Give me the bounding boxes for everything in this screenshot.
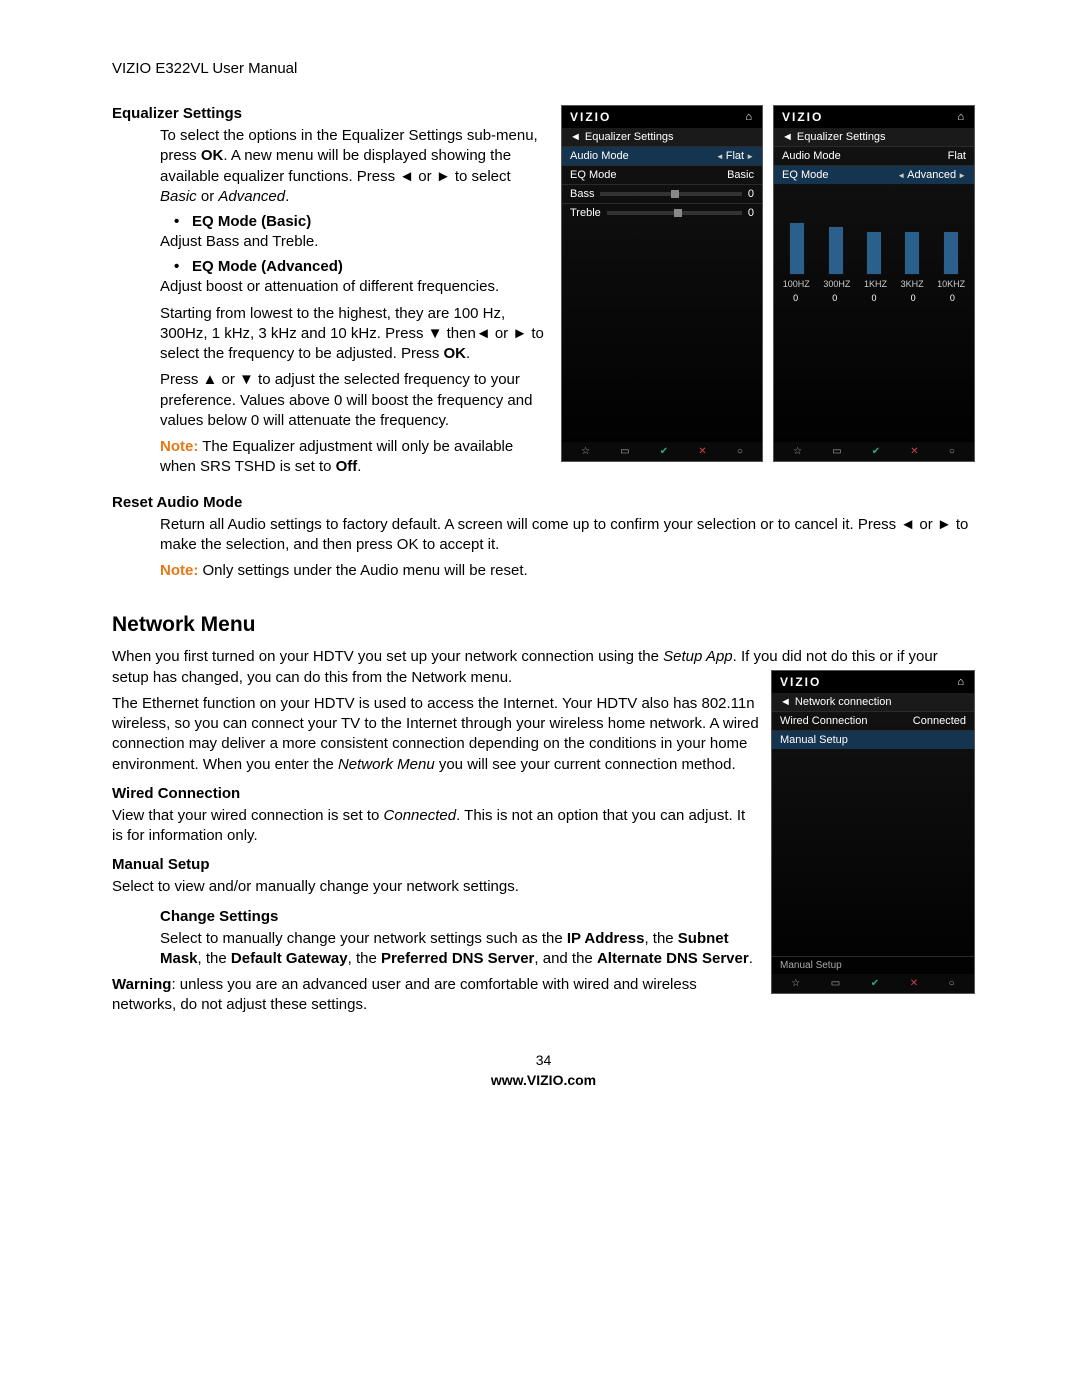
page-footer: 34 www.VIZIO.com xyxy=(112,1052,975,1088)
check-icon: ✔ xyxy=(871,978,879,989)
row-value: Connected xyxy=(913,715,966,727)
star-icon: ☆ xyxy=(791,978,800,989)
row-wired-connection: Wired Connection Connected xyxy=(772,711,974,730)
row-label: EQ Mode xyxy=(570,169,616,181)
row-bass: Bass 0 xyxy=(562,184,762,203)
screenshot-eq-advanced: VIZIO ⌂ ◄ Equalizer Settings Audio Mode … xyxy=(773,105,975,462)
row-label: Wired Connection xyxy=(780,715,867,727)
circle-icon: ○ xyxy=(949,446,955,457)
brand-label: VIZIO xyxy=(780,675,821,689)
left-arrow-icon: ◄ xyxy=(897,171,905,180)
eq-freq-labels: 100HZ 300HZ 1KHZ 3KHZ 10KHZ xyxy=(774,277,974,291)
brand-label: VIZIO xyxy=(782,110,823,124)
right-arrow-icon: ► xyxy=(746,152,754,161)
network-screenshot: VIZIO ⌂ ◄ Network connection Wired Conne… xyxy=(771,670,975,994)
eq-screenshots: VIZIO ⌂ ◄ Equalizer Settings Audio Mode … xyxy=(561,105,975,462)
home-icon: ⌂ xyxy=(745,111,754,123)
screen-bottom-bar: ☆ ▭ ✔ ✕ ○ xyxy=(562,442,762,461)
box-icon: ▭ xyxy=(831,978,840,989)
row-label: Bass xyxy=(570,188,594,200)
bullet-eq-basic: EQ Mode (Basic) xyxy=(160,213,975,230)
screen-bottom-bar: ☆ ▭ ✔ ✕ ○ xyxy=(774,442,974,461)
page-number: 34 xyxy=(112,1052,975,1068)
back-icon: ◄ xyxy=(570,131,581,143)
circle-icon: ○ xyxy=(737,446,743,457)
row-value: Flat xyxy=(726,150,744,162)
screen-title: Network connection xyxy=(795,696,892,708)
screenshot-eq-basic: VIZIO ⌂ ◄ Equalizer Settings Audio Mode … xyxy=(561,105,763,462)
row-label: Manual Setup xyxy=(780,734,848,746)
back-icon: ◄ xyxy=(780,696,791,708)
left-arrow-icon: ◄ xyxy=(716,152,724,161)
row-value: Basic xyxy=(727,169,754,181)
row-label: Manual Setup xyxy=(780,960,842,971)
bullet-eq-advanced: EQ Mode (Advanced) xyxy=(160,258,975,275)
row-value: Flat xyxy=(948,150,966,162)
right-arrow-icon: ► xyxy=(958,171,966,180)
reset-note: Note: Only settings under the Audio menu… xyxy=(160,561,975,581)
check-icon: ✔ xyxy=(872,446,880,457)
doc-header: VIZIO E322VL User Manual xyxy=(112,60,975,77)
heading-network-menu: Network Menu xyxy=(112,613,975,637)
screen-bottom-bar: ☆ ▭ ✔ ✕ ○ xyxy=(772,974,974,993)
box-icon: ▭ xyxy=(832,446,841,457)
row-manual-setup: Manual Setup xyxy=(772,730,974,749)
row-label: Audio Mode xyxy=(570,150,629,162)
circle-icon: ○ xyxy=(949,978,955,989)
row-eq-mode: EQ Mode Basic xyxy=(562,165,762,184)
screen-title: Equalizer Settings xyxy=(797,131,886,143)
row-label: Audio Mode xyxy=(782,150,841,162)
row-eq-mode: EQ Mode ◄Advanced► xyxy=(774,165,974,184)
close-icon: ✕ xyxy=(910,978,918,989)
close-icon: ✕ xyxy=(698,446,706,457)
check-icon: ✔ xyxy=(660,446,668,457)
home-icon: ⌂ xyxy=(957,111,966,123)
home-icon: ⌂ xyxy=(957,676,966,688)
close-icon: ✕ xyxy=(910,446,918,457)
row-value: 0 xyxy=(748,188,754,200)
footer-url: www.VIZIO.com xyxy=(112,1072,975,1088)
row-label: EQ Mode xyxy=(782,169,828,181)
screen-title: Equalizer Settings xyxy=(585,131,674,143)
star-icon: ☆ xyxy=(793,446,802,457)
row-audio-mode: Audio Mode Flat xyxy=(774,146,974,165)
row-manual-setup-bottom: Manual Setup xyxy=(772,956,974,974)
row-audio-mode: Audio Mode ◄Flat► xyxy=(562,146,762,165)
reset-desc: Return all Audio settings to factory def… xyxy=(160,515,975,556)
back-icon: ◄ xyxy=(782,131,793,143)
eq-freq-values: 0 0 0 0 0 xyxy=(774,291,974,305)
heading-reset-audio: Reset Audio Mode xyxy=(112,494,975,511)
star-icon: ☆ xyxy=(581,446,590,457)
box-icon: ▭ xyxy=(620,446,629,457)
row-value: Advanced xyxy=(907,169,956,181)
brand-label: VIZIO xyxy=(570,110,611,124)
